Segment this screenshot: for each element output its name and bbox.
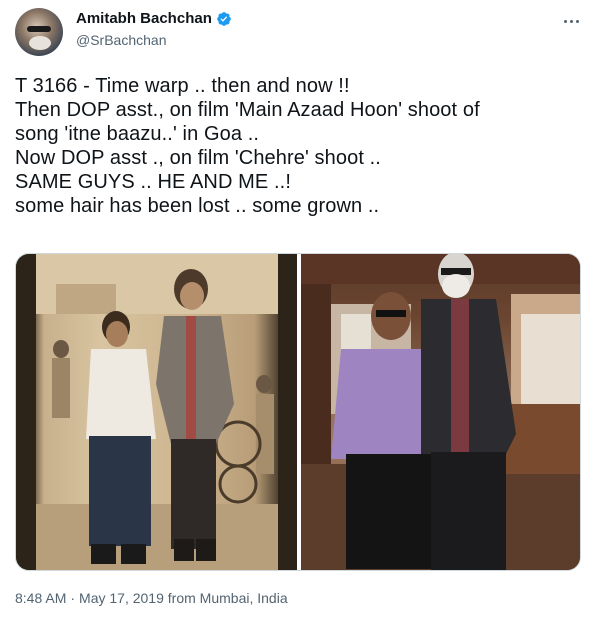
vintage-photo[interactable] bbox=[16, 254, 297, 570]
tweet-media[interactable] bbox=[15, 253, 581, 571]
tweet-text: T 3166 - Time warp .. then and now !! Th… bbox=[15, 74, 595, 218]
tweet-timestamp[interactable]: 8:48 AM · May 17, 2019 from Mumbai, India bbox=[15, 590, 288, 606]
tweet-date: May 17, 2019 bbox=[79, 590, 164, 606]
author-display-name[interactable]: Amitabh Bachchan bbox=[76, 10, 212, 27]
avatar-beard bbox=[29, 36, 51, 50]
tweet-line: some hair has been lost .. some grown .. bbox=[15, 195, 380, 217]
tweet-location: Mumbai, India bbox=[199, 590, 288, 606]
location-prefix: from bbox=[167, 590, 196, 606]
tweet-time: 8:48 AM bbox=[15, 590, 67, 606]
more-options-icon[interactable] bbox=[560, 10, 582, 32]
tweet-line: T 3166 - Time warp .. then and now !! bbox=[15, 75, 350, 97]
verified-badge-icon bbox=[217, 11, 231, 26]
avatar[interactable] bbox=[15, 8, 63, 56]
vintage-photo-illustration bbox=[16, 254, 297, 570]
tweet-line: SAME GUYS .. HE AND ME ..! bbox=[15, 171, 291, 193]
recent-photo[interactable] bbox=[301, 254, 580, 570]
tweet: Amitabh Bachchan @SrBachchan T 3166 - Ti… bbox=[0, 0, 604, 622]
more-dot bbox=[569, 19, 573, 23]
avatar-sunglasses bbox=[27, 26, 51, 32]
tweet-line: Now DOP asst ., on film 'Chehre' shoot .… bbox=[15, 147, 381, 169]
author-handle[interactable]: @SrBachchan bbox=[76, 32, 166, 48]
recent-photo-illustration bbox=[301, 254, 580, 570]
tweet-line: Then DOP asst., on film 'Main Azaad Hoon… bbox=[15, 99, 480, 121]
more-dot bbox=[563, 19, 567, 23]
tweet-line: song 'itne baazu..' in Goa .. bbox=[15, 123, 260, 145]
author-name-row[interactable]: Amitabh Bachchan bbox=[76, 10, 232, 27]
timestamp-separator: · bbox=[70, 590, 76, 606]
more-dot bbox=[575, 19, 579, 23]
